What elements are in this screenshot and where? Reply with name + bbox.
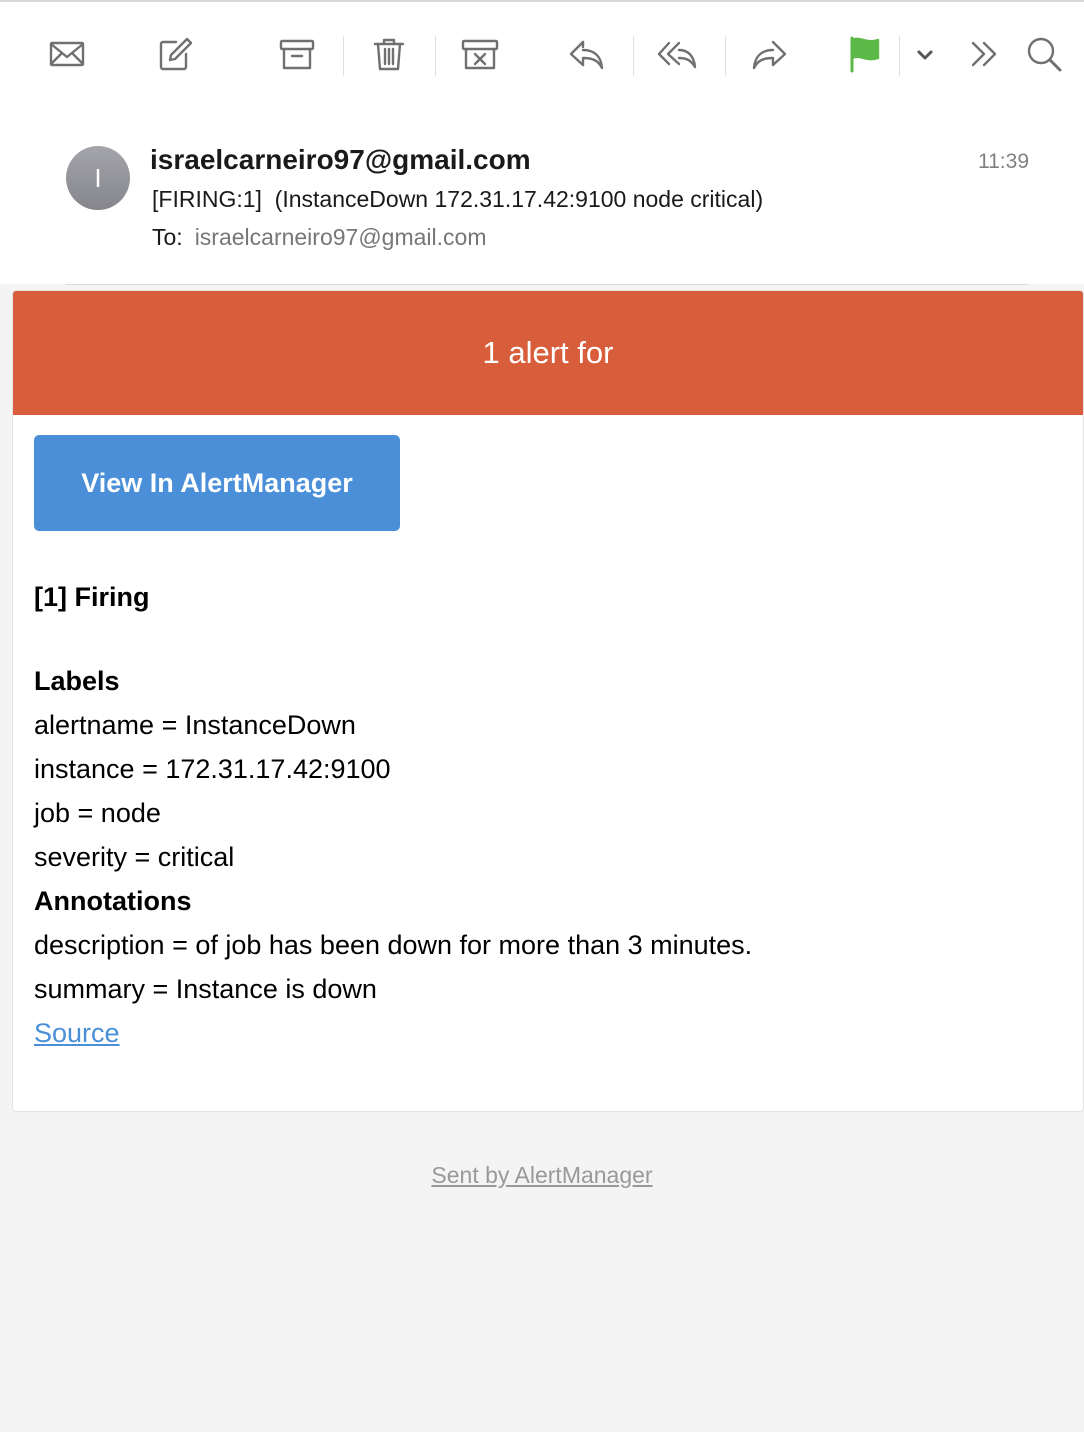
search-icon[interactable] (1022, 32, 1066, 76)
firing-heading: [1] Firing (34, 582, 150, 612)
source-link[interactable]: Source (34, 1018, 120, 1048)
label-instance: instance = 172.31.17.42:9100 (34, 754, 391, 784)
label-job: job = node (34, 798, 161, 828)
annotation-summary: summary = Instance is down (34, 974, 377, 1004)
more-icon[interactable] (962, 32, 1006, 76)
alert-banner-title: 1 alert for (482, 335, 614, 370)
message-time: 11:39 (978, 150, 1029, 173)
annotation-description: description = of job has been down for m… (34, 930, 753, 960)
recipient-row: To: israelcarneiro97@gmail.com (152, 224, 486, 251)
view-in-alertmanager-button[interactable]: View In AlertManager (34, 435, 400, 531)
labels-heading: Labels (34, 666, 120, 696)
toolbar (0, 2, 1084, 110)
avatar: I (66, 146, 130, 210)
sent-by-link[interactable]: Sent by AlertManager (431, 1162, 652, 1188)
envelope-icon[interactable] (45, 32, 89, 76)
flag-icon[interactable] (842, 32, 886, 76)
reply-icon[interactable] (564, 32, 608, 76)
junk-icon[interactable] (458, 32, 502, 76)
message-subject: [FIRING:1] (InstanceDown 172.31.17.42:91… (152, 186, 764, 212)
chevron-down-icon[interactable] (903, 32, 947, 76)
forward-icon[interactable] (748, 32, 792, 76)
trash-icon[interactable] (367, 32, 411, 76)
archive-icon[interactable] (275, 32, 319, 76)
to-address[interactable]: israelcarneiro97@gmail.com (195, 224, 487, 250)
footer: Sent by AlertManager (0, 1162, 1084, 1189)
toolbar-separator (435, 36, 436, 76)
toolbar-separator (725, 36, 726, 76)
alert-details: [1] Firing Labels alertname = InstanceDo… (34, 575, 752, 1055)
compose-icon[interactable] (152, 32, 196, 76)
alert-card: 1 alert for View In AlertManager [1] Fir… (12, 290, 1084, 1112)
alert-banner: 1 alert for (13, 291, 1083, 415)
header-divider (66, 284, 1029, 285)
toolbar-separator (899, 36, 900, 76)
sender-address: israelcarneiro97@gmail.com (150, 144, 531, 175)
to-label: To: (152, 224, 183, 250)
annotations-heading: Annotations (34, 886, 192, 916)
toolbar-separator (343, 36, 344, 76)
label-alertname: alertname = InstanceDown (34, 710, 356, 740)
toolbar-separator (633, 36, 634, 76)
label-severity: severity = critical (34, 842, 235, 872)
message-header-area: I israelcarneiro97@gmail.com 11:39 [FIRI… (0, 0, 1084, 285)
reply-all-icon[interactable] (655, 32, 699, 76)
